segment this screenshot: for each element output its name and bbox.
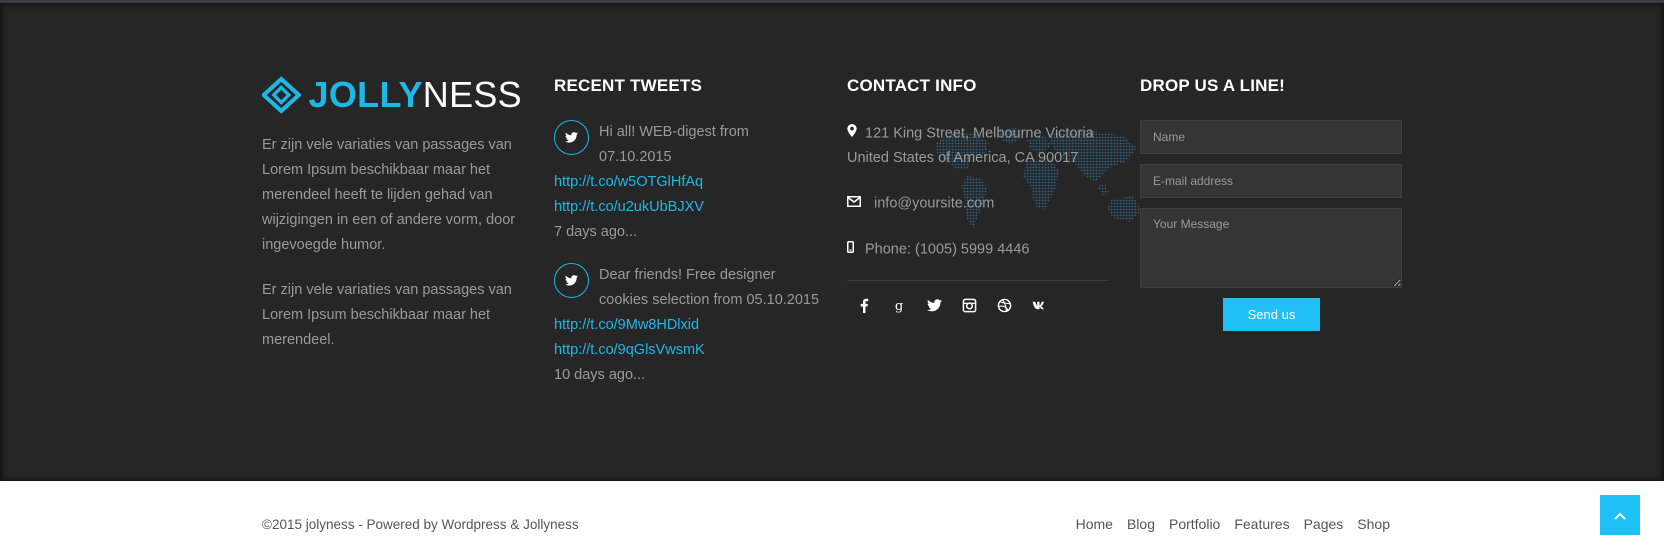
tweet-link[interactable]: http://t.co/9qGlsVwsmK [554, 338, 824, 363]
footer-widgets: JOLLYNESS Er zijn vele variaties van pas… [0, 0, 1664, 481]
twitter-icon[interactable] [917, 297, 952, 315]
recent-tweets-title: RECENT TWEETS [554, 76, 703, 95]
contact-form-title: DROP US A LINE! [1140, 76, 1285, 95]
contact-email: info@yoursite.com [847, 191, 1109, 216]
mobile-phone-icon [847, 237, 865, 262]
tweet-text: Hi all! WEB-digest from 07.10.2015 [599, 124, 749, 165]
contact-address-text: 121 King Street, Melbourne Victoria Unit… [847, 125, 1094, 167]
twitter-icon [554, 263, 589, 298]
tweet-time: 7 days ago... [554, 224, 638, 240]
google-plus-icon[interactable]: g [882, 297, 917, 315]
message-textarea[interactable] [1140, 208, 1402, 288]
tweet-link[interactable]: http://t.co/9Mw8HDlxid [554, 313, 824, 338]
scroll-to-top-button[interactable] [1600, 495, 1640, 535]
contact-form-widget: DROP US A LINE! Send us [1140, 71, 1402, 331]
tweet-link[interactable]: http://t.co/w5OTGlHfAq [554, 170, 824, 195]
tweet-text: Dear friends! Free designer cookies sele… [599, 267, 820, 308]
footer-bottom-bar: ©2015 jolyness - Powered by Wordpress & … [0, 481, 1664, 559]
email-input[interactable] [1140, 164, 1402, 198]
contact-phone: Phone: (1005) 5999 4446 [847, 237, 1109, 262]
facebook-icon[interactable] [847, 297, 882, 315]
brand-logo[interactable]: JOLLYNESS [262, 71, 522, 119]
vk-icon[interactable] [1022, 297, 1057, 315]
name-input[interactable] [1140, 120, 1402, 154]
send-button[interactable]: Send us [1223, 298, 1320, 331]
instagram-icon[interactable] [952, 297, 987, 315]
tweet-link[interactable]: http://t.co/u2ukUbBJXV [554, 195, 824, 220]
tweet-item: Hi all! WEB-digest from 07.10.2015 http:… [554, 120, 824, 245]
envelope-icon [847, 191, 874, 216]
contact-email-text[interactable]: info@yoursite.com [874, 196, 994, 212]
tweet-item: Dear friends! Free designer cookies sele… [554, 263, 824, 388]
about-widget: JOLLYNESS Er zijn vele variaties van pas… [262, 71, 522, 353]
dribbble-icon[interactable] [987, 297, 1022, 315]
footer-nav-pages[interactable]: Pages [1304, 516, 1344, 532]
footer-nav-home[interactable]: Home [1076, 516, 1113, 532]
contact-info-widget: CONTACT INFO 121 King Street, Melbourne … [847, 76, 1141, 315]
about-paragraph: Er zijn vele variaties van passages van … [262, 137, 516, 253]
map-marker-icon [847, 121, 865, 146]
copyright-text: ©2015 jolyness - Powered by Wordpress & … [262, 517, 579, 532]
about-paragraph: Er zijn vele variaties van passages van … [262, 282, 512, 348]
tweet-time: 10 days ago... [554, 367, 646, 383]
contact-phone-text: Phone: (1005) 5999 4446 [865, 240, 1030, 257]
footer-nav: Home Blog Portfolio Features Pages Shop [1062, 516, 1390, 532]
footer-nav-shop[interactable]: Shop [1357, 516, 1390, 532]
contact-info-title: CONTACT INFO [847, 76, 977, 95]
footer-nav-blog[interactable]: Blog [1127, 516, 1155, 532]
twitter-icon [554, 120, 589, 155]
diamond-logo-icon [262, 76, 301, 114]
brand-name: JOLLYNESS [308, 74, 522, 115]
svg-text:g: g [895, 300, 903, 314]
social-links: g [847, 297, 1109, 315]
footer-nav-portfolio[interactable]: Portfolio [1169, 516, 1220, 532]
divider [847, 279, 1109, 281]
contact-address: 121 King Street, Melbourne Victoria Unit… [847, 121, 1109, 171]
footer-nav-features[interactable]: Features [1234, 516, 1289, 532]
recent-tweets-widget: RECENT TWEETS Hi all! WEB-digest from 07… [554, 71, 824, 388]
chevron-up-icon [1614, 508, 1626, 523]
